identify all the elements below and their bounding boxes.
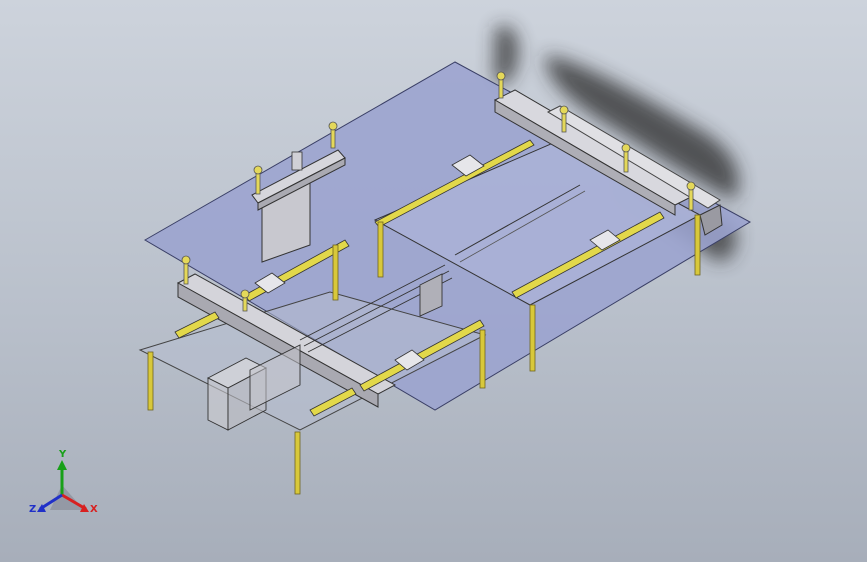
triad-y-label: Y xyxy=(59,449,67,460)
triad-x-label: X xyxy=(90,504,98,515)
orientation-triad[interactable] xyxy=(37,460,89,512)
assembly-model[interactable] xyxy=(0,0,867,562)
cad-3d-viewport[interactable]: Y X Z xyxy=(0,0,867,562)
y-axis-arrow-icon xyxy=(57,460,67,470)
triad-z-label: Z xyxy=(29,504,37,515)
